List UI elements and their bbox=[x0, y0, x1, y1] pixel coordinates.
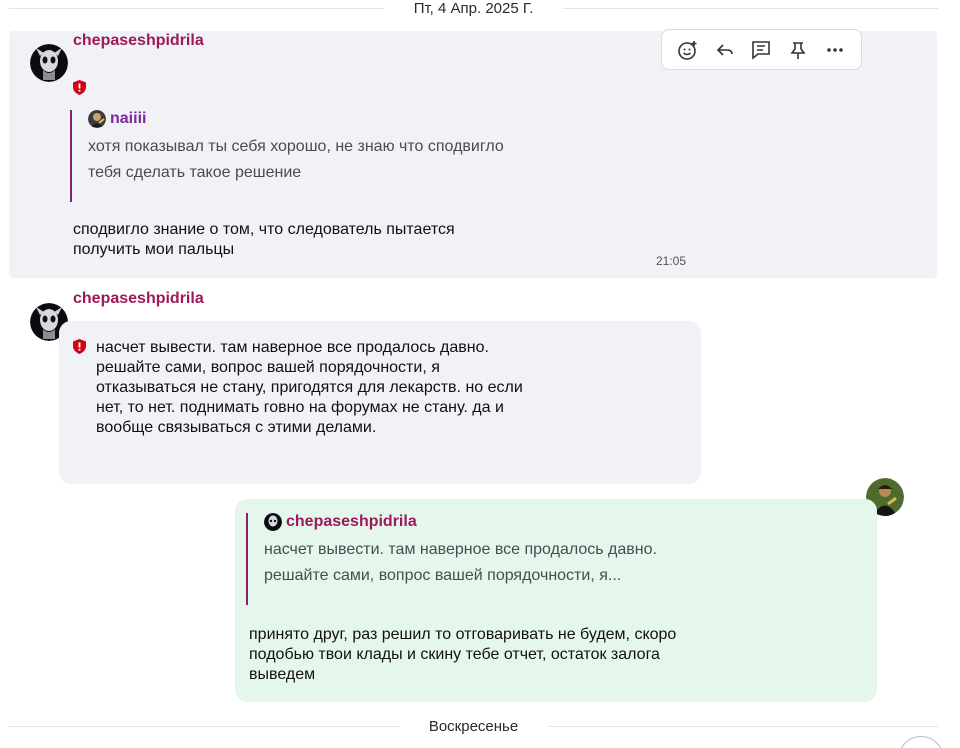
message-line: подобью твои клады и скину тебе отчет, о… bbox=[249, 646, 660, 663]
more-icon[interactable] bbox=[821, 36, 849, 64]
reply-quote[interactable]: naiiii хотя показывал ты себя хорошо, не… bbox=[70, 110, 630, 202]
quote-author-name: chepaseshpidrila bbox=[286, 513, 417, 530]
emoji-add-icon[interactable] bbox=[674, 36, 702, 64]
avatar bbox=[264, 513, 282, 531]
message-text: принято друг, раз решил то отговаривать … bbox=[249, 625, 676, 685]
scroll-to-bottom-button[interactable] bbox=[898, 736, 944, 748]
message-line: выведем bbox=[249, 666, 316, 683]
date-separator-top: Пт, 4 Апр. 2025 Г. bbox=[9, 0, 939, 18]
shield-icon bbox=[73, 80, 86, 95]
quote-author: chepaseshpidrila bbox=[264, 513, 806, 531]
message-line: вообще связываться с этими делами. bbox=[96, 419, 377, 436]
date-label: Воскресенье bbox=[428, 717, 519, 735]
date-label: Пт, 4 Апр. 2025 Г. bbox=[413, 0, 534, 17]
message-line: сподвигло знание о том, что следователь … bbox=[73, 221, 455, 238]
message-time: 21:05 bbox=[656, 254, 687, 268]
message-actions-toolbar bbox=[661, 29, 862, 70]
divider bbox=[563, 7, 939, 9]
quote-author: naiiii bbox=[88, 110, 630, 128]
message-author[interactable]: chepaseshpidrila bbox=[73, 290, 204, 308]
message-line: принято друг, раз решил то отговаривать … bbox=[249, 626, 677, 643]
quote-text: хотя показывал ты себя хорошо, не знаю ч… bbox=[88, 134, 630, 186]
date-separator-bottom: Воскресенье bbox=[9, 716, 939, 736]
quote-line: решайте сами, вопрос вашей порядочности,… bbox=[264, 567, 622, 584]
thread-icon[interactable] bbox=[747, 36, 775, 64]
shield-icon bbox=[73, 339, 86, 354]
pin-icon[interactable] bbox=[784, 36, 812, 64]
message-line: решайте сами, вопрос вашей порядочности,… bbox=[96, 359, 440, 376]
divider bbox=[548, 725, 939, 727]
quote-line: тебя сделать такое решение bbox=[88, 164, 302, 181]
quote-line: насчет вывести. там наверное все продало… bbox=[264, 541, 657, 558]
message-text: насчет вывести. там наверное все продало… bbox=[96, 338, 523, 438]
quote-line: хотя показывал ты себя хорошо, не знаю ч… bbox=[88, 138, 504, 155]
message-line: получить мои пальцы bbox=[73, 241, 235, 258]
message-text: сподвигло знание о том, что следователь … bbox=[73, 220, 455, 260]
quote-text: насчет вывести. там наверное все продало… bbox=[264, 537, 806, 589]
message-line: отказываться не стану, пригодятся для ле… bbox=[96, 379, 523, 396]
message-line: насчет вывести. там наверное все продало… bbox=[96, 339, 489, 356]
avatar[interactable] bbox=[30, 44, 68, 82]
reply-quote[interactable]: chepaseshpidrila насчет вывести. там нав… bbox=[246, 513, 806, 605]
message-author[interactable]: chepaseshpidrila bbox=[73, 32, 204, 50]
message-line: нет, то нет. поднимать говно на форумах … bbox=[96, 399, 504, 416]
quote-author-name: naiiii bbox=[110, 110, 147, 127]
avatar bbox=[88, 110, 106, 128]
divider bbox=[9, 725, 399, 727]
reply-icon[interactable] bbox=[711, 36, 739, 64]
divider bbox=[9, 7, 384, 9]
